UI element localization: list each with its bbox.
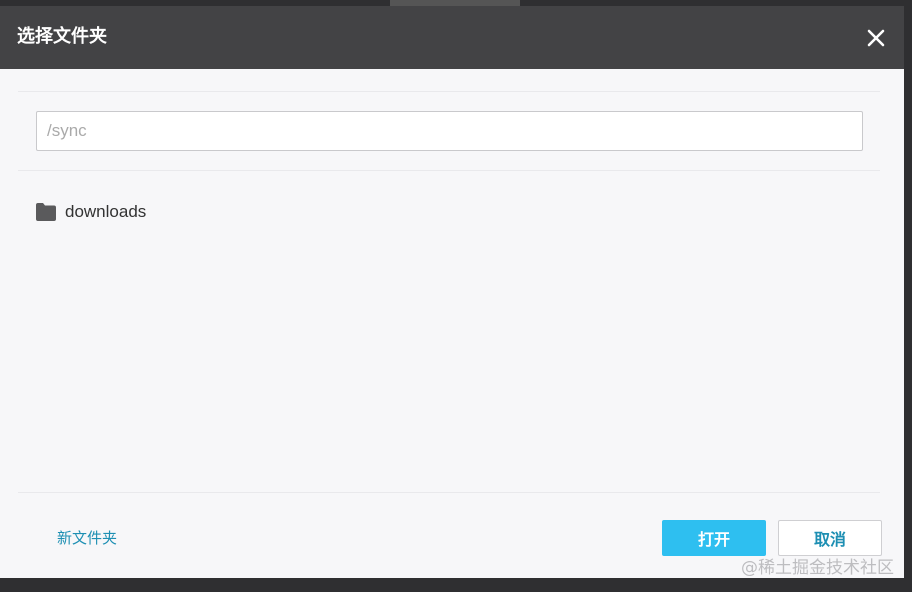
dialog-title: 选择文件夹 <box>17 26 107 47</box>
open-button[interactable]: 打开 <box>662 520 766 556</box>
path-input[interactable] <box>36 111 863 151</box>
folder-name: downloads <box>65 202 147 221</box>
watermark: @稀土掘金技术社区 <box>741 558 894 578</box>
dialog-header: 选择文件夹 <box>0 6 904 69</box>
folder-icon <box>36 203 56 221</box>
footer-divider <box>18 492 880 493</box>
close-button[interactable] <box>864 26 888 50</box>
input-divider <box>18 170 880 171</box>
new-folder-link[interactable]: 新文件夹 <box>57 527 117 548</box>
close-icon <box>867 29 885 47</box>
cancel-button[interactable]: 取消 <box>778 520 882 556</box>
top-divider <box>18 91 880 92</box>
select-folder-dialog: 选择文件夹 downloads 新文件夹 打开 取消 <box>0 6 904 578</box>
folder-item-downloads[interactable]: downloads <box>36 200 336 224</box>
